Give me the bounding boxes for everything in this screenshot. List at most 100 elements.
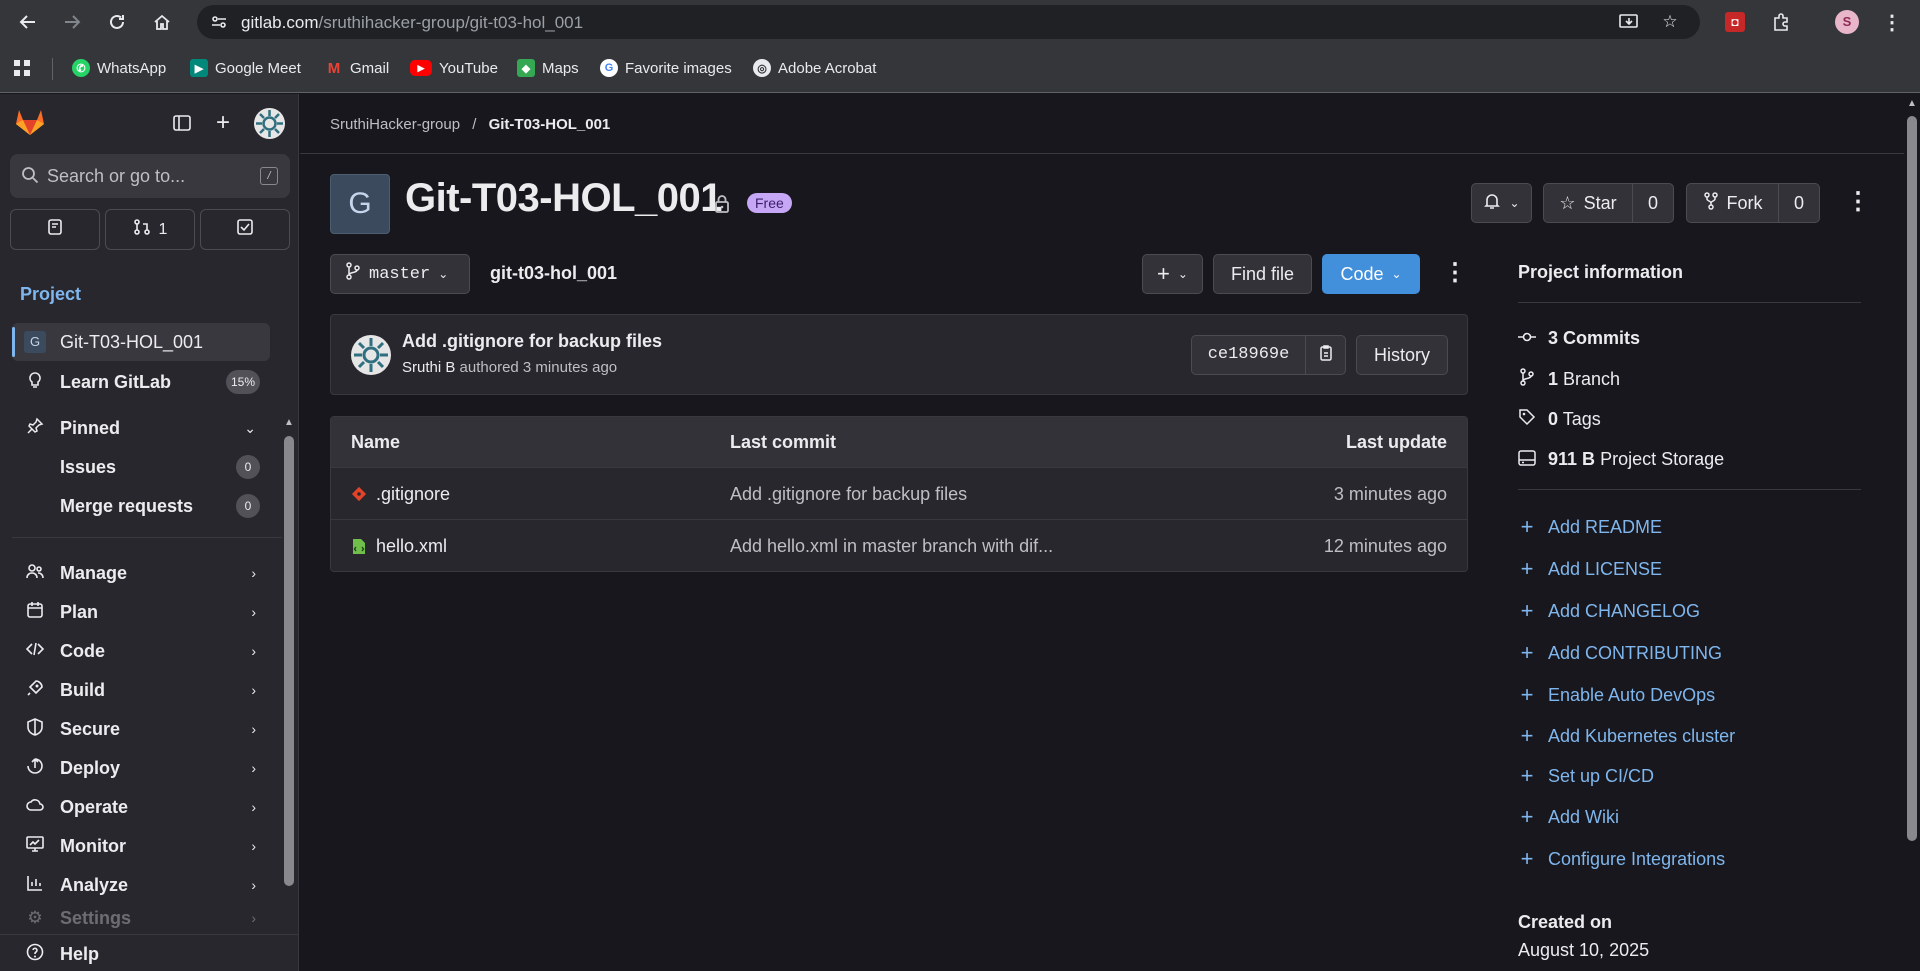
star-count[interactable]: 0 — [1632, 183, 1674, 223]
bookmark-maps[interactable]: ◆ Maps — [517, 57, 579, 79]
merge-requests-quick-button[interactable]: 1 — [105, 209, 195, 250]
file-name-link[interactable]: hello.xml — [376, 536, 447, 557]
sidebar-item-manage[interactable]: Manage › — [12, 554, 270, 592]
sidebar-scrollbar[interactable]: ▲ ▼ — [283, 339, 295, 909]
commit-author-link[interactable]: Sruthi B — [402, 359, 455, 376]
commit-title-link[interactable]: Add .gitignore for backup files — [402, 331, 662, 352]
sidebar-item-deploy[interactable]: Deploy › — [12, 749, 270, 787]
set-up-ci-cd-link[interactable]: + Set up CI/CD — [1518, 763, 1654, 789]
home-icon[interactable] — [150, 10, 174, 34]
browser-menu-icon[interactable]: ⋮ — [1880, 10, 1904, 34]
back-icon[interactable] — [16, 10, 40, 34]
sidebar-item-label: Analyze — [60, 874, 129, 895]
repo-actions-menu-icon[interactable]: ⋮ — [1443, 258, 1467, 287]
sidebar-item-issues[interactable]: Issues 0 — [12, 448, 270, 486]
sidebar-toggle-icon[interactable] — [172, 113, 192, 138]
sidebar-item-merge-requests[interactable]: Merge requests 0 — [12, 487, 270, 525]
star-button[interactable]: ☆ Star — [1543, 183, 1633, 223]
main-content: SruthiHacker-group / Git-T03-HOL_001 G G… — [300, 94, 1904, 971]
sidebar-item-learn-gitlab[interactable]: Learn GitLab 15% — [12, 363, 270, 401]
extensions-puzzle-icon[interactable] — [1769, 10, 1793, 34]
sidebar-scroll-thumb[interactable] — [284, 436, 294, 886]
user-avatar[interactable] — [254, 108, 285, 139]
bookmark-label: Maps — [542, 59, 579, 77]
bookmark-gmail[interactable]: M Gmail — [325, 57, 389, 79]
info-divider — [1518, 302, 1861, 303]
commit-author-avatar[interactable] — [351, 335, 391, 375]
file-commit-link[interactable]: Add .gitignore for backup files — [730, 484, 967, 505]
sidebar-item-settings[interactable]: ⚙ Settings › — [12, 905, 270, 931]
table-row[interactable]: hello.xml Add hello.xml in master branch… — [331, 519, 1467, 571]
storage-stat-link[interactable]: 911 B Project Storage — [1518, 449, 1724, 470]
copy-sha-button[interactable] — [1305, 335, 1346, 375]
add-file-dropdown[interactable]: + ⌄ — [1142, 254, 1203, 294]
commit-sha[interactable]: ce18969e — [1191, 335, 1306, 375]
file-commit-link[interactable]: Add hello.xml in master branch with dif.… — [730, 536, 1053, 557]
bookmark-google-meet[interactable]: ▶ Google Meet — [190, 57, 301, 79]
history-button[interactable]: History — [1356, 335, 1448, 375]
page-scroll-thumb[interactable] — [1907, 116, 1917, 841]
add-license-link[interactable]: + Add LICENSE — [1518, 556, 1663, 582]
link-label: Add Wiki — [1548, 806, 1620, 827]
extension-red-icon[interactable]: ◘ — [1723, 10, 1747, 34]
tags-stat-link[interactable]: 0 Tags — [1518, 408, 1601, 430]
stat-label: Branch — [1563, 368, 1621, 389]
sidebar-item-operate[interactable]: Operate › — [12, 788, 270, 826]
add-changelog-link[interactable]: + Add CHANGELOG — [1518, 598, 1701, 624]
breadcrumb-group-link[interactable]: SruthiHacker-group — [330, 116, 460, 133]
notifications-dropdown[interactable]: ⌄ — [1471, 183, 1532, 223]
page-scrollbar[interactable]: ▲ — [1904, 94, 1920, 971]
bookmark-youtube[interactable]: ▶ YouTube — [410, 57, 498, 79]
sidebar-item-plan[interactable]: Plan › — [12, 593, 270, 631]
issues-quick-button[interactable] — [10, 209, 100, 250]
sidebar-item-label: Manage — [60, 562, 128, 583]
sidebar-item-build[interactable]: Build › — [12, 671, 270, 709]
todos-quick-button[interactable] — [200, 209, 290, 250]
scroll-up-icon[interactable]: ▲ — [1907, 98, 1917, 109]
forward-icon[interactable] — [60, 10, 84, 34]
add-contributing-link[interactable]: + Add CONTRIBUTING — [1518, 640, 1722, 666]
chevron-down-icon: ⌄ — [244, 419, 256, 436]
file-name-link[interactable]: .gitignore — [376, 484, 450, 505]
branches-stat-link[interactable]: 1 Branch — [1518, 368, 1620, 390]
bookmark-favorite-images[interactable]: G Favorite images — [600, 57, 732, 79]
bookmark-star-icon[interactable]: ☆ — [1658, 10, 1682, 34]
bookmark-whatsapp[interactable]: ✆ WhatsApp — [72, 57, 166, 79]
configure-integrations-link[interactable]: + Configure Integrations — [1518, 846, 1726, 872]
search-input[interactable]: Search or go to... / — [10, 154, 290, 198]
create-new-icon[interactable]: + — [216, 109, 230, 137]
profile-avatar[interactable]: S — [1835, 10, 1859, 34]
commits-stat-link[interactable]: 3 Commits — [1518, 328, 1640, 349]
add-kubernetes-cluster-link[interactable]: + Add Kubernetes cluster — [1518, 723, 1736, 749]
sidebar-item-monitor[interactable]: Monitor › — [12, 827, 270, 865]
breadcrumb-project-link[interactable]: Git-T03-HOL_001 — [489, 116, 611, 133]
sidebar-item-project[interactable]: G Git-T03-HOL_001 — [12, 323, 270, 361]
code-dropdown-button[interactable]: Code ⌄ — [1322, 254, 1420, 294]
sidebar-item-secure[interactable]: Secure › — [12, 710, 270, 748]
project-actions-menu-icon[interactable]: ⋮ — [1846, 187, 1870, 216]
find-file-button[interactable]: Find file — [1213, 254, 1312, 294]
reload-icon[interactable] — [105, 10, 129, 34]
install-app-icon[interactable] — [1617, 10, 1641, 34]
enable-auto-devops-link[interactable]: + Enable Auto DevOps — [1518, 682, 1716, 708]
sidebar-item-pinned[interactable]: Pinned ⌄ — [12, 409, 270, 447]
gitlab-logo-icon[interactable] — [14, 106, 46, 141]
site-info-icon[interactable] — [207, 10, 231, 34]
sidebar-help[interactable]: Help — [12, 939, 270, 969]
created-on-date: August 10, 2025 — [1518, 940, 1650, 960]
fork-button[interactable]: Fork — [1686, 183, 1779, 223]
table-row[interactable]: .gitignore Add .gitignore for backup fil… — [331, 467, 1467, 519]
bell-icon — [1483, 192, 1501, 215]
address-bar[interactable]: gitlab.com/sruthihacker-group/git-t03-ho… — [197, 5, 1700, 39]
add-readme-link[interactable]: + Add README — [1518, 514, 1662, 540]
branch-selector[interactable]: master ⌄ — [330, 254, 470, 294]
sidebar-item-analyze[interactable]: Analyze › — [12, 866, 270, 904]
apps-grid-icon[interactable] — [12, 57, 32, 79]
add-wiki-link[interactable]: + Add Wiki — [1518, 804, 1619, 830]
sidebar-item-code[interactable]: Code › — [12, 632, 270, 670]
bookmark-adobe-acrobat[interactable]: ◎ Adobe Acrobat — [753, 57, 876, 79]
fork-count[interactable]: 0 — [1778, 183, 1820, 223]
scroll-up-icon[interactable]: ▲ — [284, 417, 294, 428]
search-placeholder: Search or go to... — [47, 166, 186, 186]
sidebar-item-label: Git-T03-HOL_001 — [60, 331, 204, 352]
